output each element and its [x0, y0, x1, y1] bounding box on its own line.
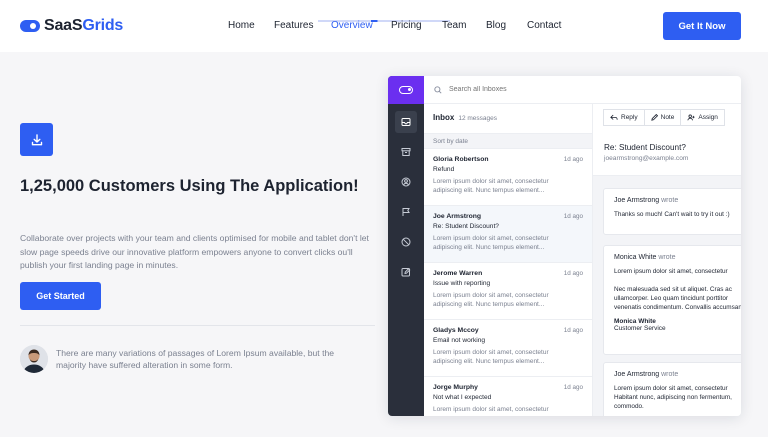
list-item[interactable]: Jorge Murphy 1d ago Not what I expected … — [424, 377, 592, 416]
get-started-button[interactable]: Get Started — [20, 282, 101, 310]
toggle-icon — [399, 86, 413, 94]
message-time: 1d ago — [563, 384, 583, 391]
message-time: 1d ago — [563, 327, 583, 334]
sender-name: Jorge Murphy — [433, 384, 478, 391]
message-thread: Reply Note Assign Re: Student Discount? … — [593, 104, 741, 416]
card-text: Lorem ipsum dolor sit amet, consectetur … — [614, 385, 732, 410]
message-preview: Lorem ipsum dolor sit amet, consectetur … — [433, 235, 549, 251]
edit-icon[interactable] — [395, 261, 417, 283]
card-signature: Monica White Customer Service — [614, 318, 666, 332]
message-preview: Lorem ipsum dolor sit amet, consectetur … — [433, 349, 549, 365]
message-subject: Not what I expected — [433, 394, 492, 401]
search-icon — [434, 85, 442, 94]
main-nav: Home Features Overview Pricing Team Blog… — [0, 20, 768, 34]
download-icon — [20, 123, 53, 156]
header: SaaSGrids Home Features Overview Pricing… — [0, 0, 768, 52]
archive-icon[interactable] — [395, 141, 417, 163]
list-item[interactable]: Jerome Warren 1d ago Issue with reportin… — [424, 263, 592, 320]
list-item[interactable]: Gladys Mccoy 1d ago Email not working Lo… — [424, 320, 592, 377]
nav-features[interactable]: Features — [274, 20, 313, 31]
inbox-header: Inbox 12 messages — [424, 104, 592, 134]
message-preview: Lorem ipsum dolor sit amet, consectetur … — [433, 178, 549, 194]
nav-home[interactable]: Home — [228, 20, 255, 31]
app-logo — [388, 76, 424, 104]
nav-blog[interactable]: Blog — [486, 20, 506, 31]
nav-overview[interactable]: Overview — [331, 20, 373, 31]
testimonial-text: There are many variations of passages of… — [56, 348, 335, 370]
thread-email: joearmstrong@example.com — [604, 155, 689, 162]
block-icon[interactable] — [395, 231, 417, 253]
inbox-icon[interactable] — [395, 111, 417, 133]
thread-subject: Re: Student Discount? — [604, 143, 686, 152]
list-item[interactable]: Joe Armstrong 1d ago Re: Student Discoun… — [424, 206, 592, 263]
thread-header: Reply Note Assign Re: Student Discount? … — [593, 104, 741, 176]
nav-contact[interactable]: Contact — [527, 20, 561, 31]
nav-pricing[interactable]: Pricing — [391, 20, 422, 31]
note-button[interactable]: Note — [644, 109, 682, 126]
reply-label: Reply — [621, 114, 638, 121]
message-time: 1d ago — [563, 213, 583, 220]
sender-name: Joe Armstrong — [433, 213, 482, 220]
get-it-now-button[interactable]: Get It Now — [663, 12, 741, 40]
add-user-icon — [687, 114, 695, 121]
message-preview: Lorem ipsum dolor sit amet, consectetur … — [433, 292, 549, 308]
message-card: Joe Armstrong wrote Lorem ipsum dolor si… — [603, 362, 741, 416]
message-subject: Refund — [433, 166, 455, 173]
pencil-icon — [650, 114, 658, 121]
avatar — [20, 345, 48, 373]
search-input[interactable] — [449, 86, 649, 93]
card-author: Monica White wrote — [614, 254, 676, 261]
flag-icon[interactable] — [395, 201, 417, 223]
list-item[interactable]: Gloria Robertson 1d ago Refund Lorem ips… — [424, 149, 592, 206]
message-preview: Lorem ipsum dolor sit amet, consectetur — [433, 406, 549, 413]
sender-name: Gloria Robertson — [433, 156, 489, 163]
nav-team[interactable]: Team — [442, 20, 466, 31]
inbox-count: 12 messages — [458, 115, 498, 122]
card-author: Joe Armstrong wrote — [614, 197, 679, 204]
thread-actions: Reply Note Assign — [603, 109, 725, 126]
message-time: 1d ago — [563, 270, 583, 277]
sender-name: Jerome Warren — [433, 270, 483, 277]
card-text: Lorem ipsum dolor sit amet, consectetur … — [614, 268, 741, 311]
sort-by-date[interactable]: Sort by date — [424, 134, 592, 149]
reply-button[interactable]: Reply — [603, 109, 645, 126]
sender-name: Gladys Mccoy — [433, 327, 479, 334]
card-text: Thanks so much! Can't wait to try it out… — [614, 211, 730, 218]
message-card: Monica White wrote Lorem ipsum dolor sit… — [603, 245, 741, 355]
inbox-list: Inbox 12 messages Sort by date Gloria Rob… — [424, 104, 593, 416]
card-author: Joe Armstrong wrote — [614, 371, 679, 378]
message-subject: Email not working — [433, 337, 486, 344]
inbox-title: Inbox — [433, 113, 455, 122]
user-icon[interactable] — [395, 171, 417, 193]
divider — [20, 325, 375, 326]
message-card: Joe Armstrong wrote Thanks so much! Can'… — [603, 188, 741, 235]
message-subject: Re: Student Discount? — [433, 223, 499, 230]
assign-button[interactable]: Assign — [681, 109, 725, 126]
app-sidebar — [388, 76, 424, 416]
hero-title: 1,25,000 Customers Using The Application… — [20, 177, 359, 195]
message-subject: Issue with reporting — [433, 280, 491, 287]
assign-label: Assign — [698, 114, 718, 121]
reply-icon — [610, 114, 618, 120]
search-bar — [424, 76, 741, 104]
hero-description: Collaborate over projects with your team… — [20, 233, 369, 270]
app-preview: Inbox12 messages Sort by date Gloria Rob… — [388, 76, 741, 416]
message-time: 1d ago — [563, 156, 583, 163]
note-label: Note — [660, 114, 675, 121]
